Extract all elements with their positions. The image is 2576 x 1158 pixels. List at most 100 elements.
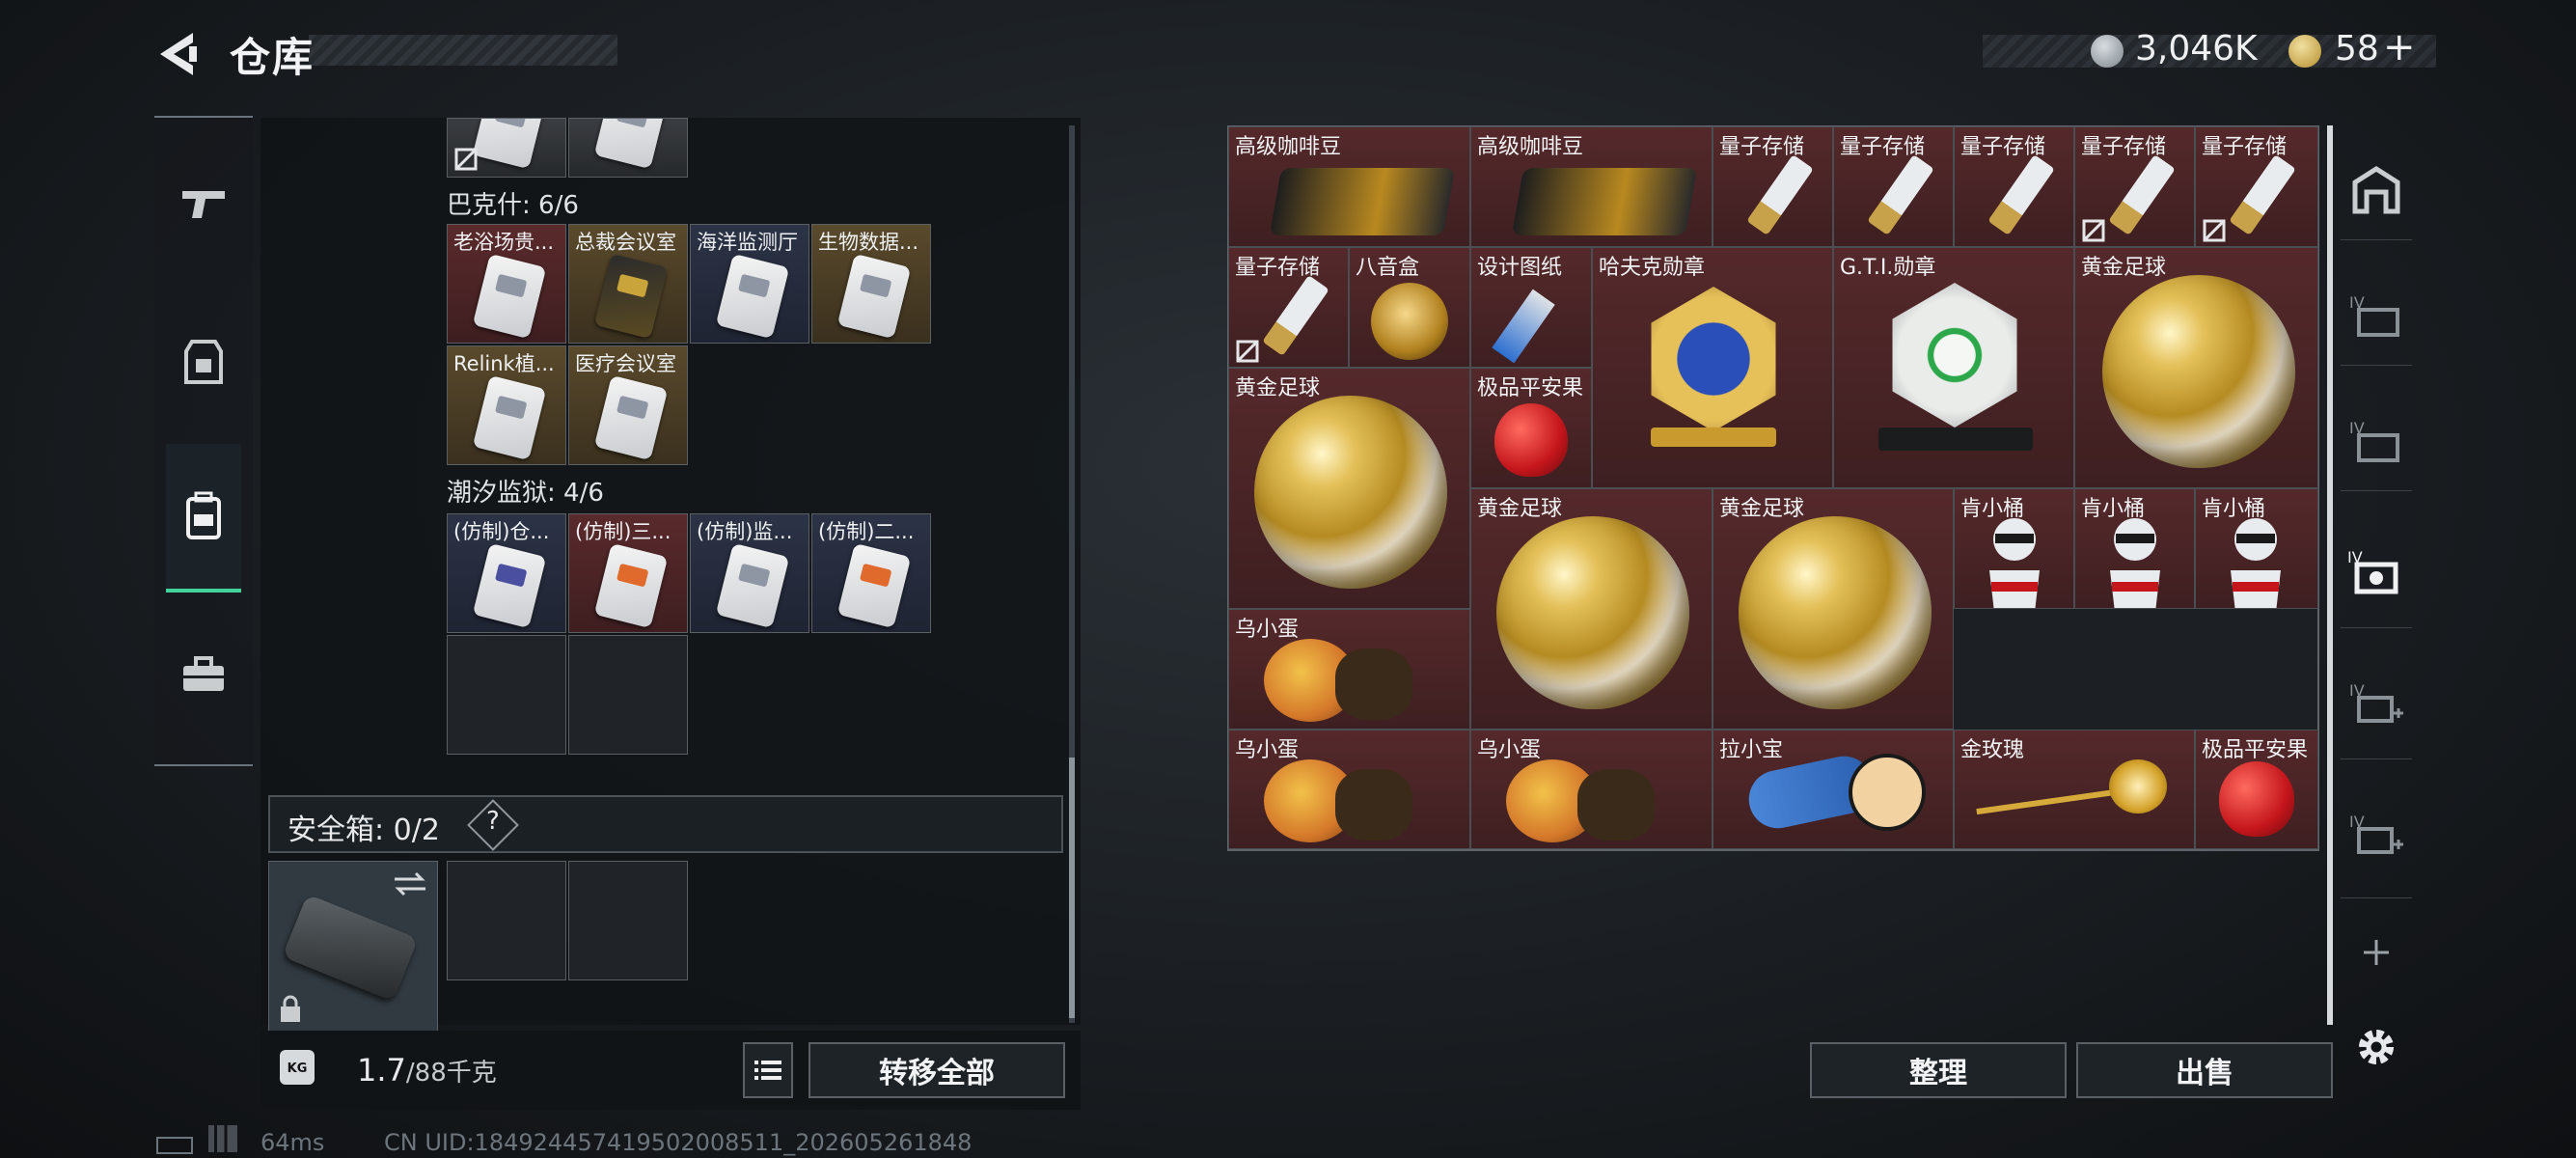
item-premium-apple[interactable]: 极品平安果 — [1470, 368, 1592, 488]
transfer-all-button[interactable]: 转移全部 — [808, 1042, 1065, 1098]
coupon-amount: 58 — [2335, 29, 2379, 69]
coupon-icon — [2288, 35, 2321, 68]
item-music-box[interactable]: 八音盒 — [1349, 247, 1470, 368]
sell-button[interactable]: 出售 — [2076, 1042, 2333, 1098]
item-quantum-storage[interactable]: 量子存储 — [2195, 126, 2318, 247]
storage-icon: IV — [2349, 293, 2399, 337]
gear-icon — [2359, 1030, 2394, 1064]
item-quantum-storage[interactable]: 量子存储 — [1954, 126, 2074, 247]
item-egg-figure[interactable]: 乌小蛋 — [1228, 609, 1470, 730]
item-quantum-storage[interactable]: 量子存储 — [2074, 126, 2195, 247]
item-golden-rose[interactable]: 金玫瑰 — [1954, 730, 2195, 849]
warehouse-tab-1[interactable]: IV — [2333, 272, 2420, 359]
add-warehouse-button[interactable] — [2333, 919, 2420, 986]
warehouse-main-tab[interactable] — [2333, 147, 2420, 234]
item-quantum-storage[interactable]: 量子存储 — [1228, 247, 1349, 368]
safe-case-slot[interactable] — [268, 861, 438, 1033]
plush-head — [1849, 754, 1926, 831]
nav-collectibles[interactable] — [166, 444, 241, 593]
item-kfc-bucket[interactable]: 肯小桶 — [1954, 488, 2074, 609]
medal-stand — [1878, 427, 2033, 451]
nav-weapons[interactable] — [166, 154, 241, 251]
safe-case-image — [282, 894, 419, 1002]
item-quantum-storage[interactable]: 量子存储 — [1713, 126, 1833, 247]
warehouse-tab-4[interactable]: IV — [2333, 660, 2420, 747]
coin-icon — [2091, 35, 2124, 68]
keycard-slot[interactable]: (仿制)二... — [811, 513, 931, 633]
nav-equipment[interactable] — [166, 314, 241, 410]
item-blueprint[interactable]: 设计图纸 — [1470, 247, 1592, 368]
item-coffee-beans[interactable]: 高级咖啡豆 — [1470, 126, 1713, 247]
backpack-footer: KG 1.7/88千克 转移全部 — [260, 1031, 1081, 1110]
toolbox-icon — [183, 656, 224, 691]
safe-box-label: 安全箱: 0/2 — [288, 813, 440, 847]
settings-button[interactable] — [2333, 1004, 2420, 1090]
item-quantum-storage[interactable]: 量子存储 — [1833, 126, 1954, 247]
no-take-icon — [1236, 340, 1259, 363]
keycard-slot[interactable]: 医疗会议室 — [568, 345, 688, 465]
warehouse-tab-5[interactable]: IV — [2333, 791, 2420, 878]
sort-button[interactable]: 整理 — [1810, 1042, 2067, 1098]
rose-stem — [1976, 786, 2130, 815]
warehouse-tab-3-active[interactable]: IV — [2333, 529, 2420, 616]
keycard-slot[interactable]: (仿制)仓... — [447, 513, 566, 633]
uid-text: CN UID:184924457419502008511_20260526184… — [384, 1129, 973, 1156]
music-box-image — [1371, 283, 1448, 360]
keycard-slot[interactable]: 海洋监测厅 — [690, 224, 809, 344]
item-golden-football[interactable]: 黄金足球 — [1713, 488, 1954, 730]
item-coffee-beans[interactable]: 高级咖啡豆 — [1228, 126, 1470, 247]
item-haavk-medal[interactable]: 哈夫克勋章 — [1592, 247, 1833, 488]
storage-icon: IV — [2347, 548, 2398, 594]
item-golden-football[interactable]: 黄金足球 — [2074, 247, 2318, 488]
item-premium-apple[interactable]: 极品平安果 — [2195, 730, 2318, 849]
weight-value: 1.7/88千克 — [357, 1052, 497, 1089]
item-golden-football[interactable]: 黄金足球 — [1228, 368, 1470, 609]
pistol-icon — [182, 191, 225, 218]
no-take-icon — [2082, 219, 2105, 242]
safe-empty-slot[interactable] — [447, 861, 566, 980]
plus-icon — [2364, 940, 2389, 965]
empty-slot[interactable] — [568, 635, 688, 755]
medal-stand — [1651, 427, 1776, 447]
warehouse-tab-2[interactable]: IV — [2333, 398, 2420, 484]
ping-text: 64ms — [260, 1129, 325, 1156]
keycard-slot[interactable]: (仿制)三... — [568, 513, 688, 633]
add-storage-icon: IV — [2349, 681, 2403, 723]
add-storage-icon: IV — [2349, 813, 2403, 854]
backpack-scroll-thumb[interactable] — [1069, 758, 1075, 1018]
back-arrow-icon[interactable] — [154, 29, 199, 79]
item-gti-medal[interactable]: G.T.I.勋章 — [1833, 247, 2074, 488]
swap-icon[interactable] — [393, 869, 427, 898]
help-text: ? — [486, 807, 500, 836]
list-view-button[interactable] — [743, 1042, 793, 1098]
keycard-slot[interactable]: 老浴场贵... — [447, 224, 566, 344]
signal-icon — [208, 1125, 237, 1152]
currency-amount: 3,046K — [2135, 29, 2258, 69]
egg-figure-body — [1335, 648, 1412, 720]
gti-medal-image — [1892, 283, 2017, 427]
item-kfc-bucket[interactable]: 肯小桶 — [2195, 488, 2318, 609]
inventory-slot[interactable] — [568, 118, 688, 178]
vest-icon — [184, 340, 223, 384]
list-icon — [754, 1061, 781, 1080]
battery-icon — [156, 1137, 193, 1154]
haavk-medal-image — [1651, 287, 1776, 431]
add-currency-button[interactable]: + — [2383, 25, 2416, 69]
no-take-icon — [454, 148, 478, 171]
empty-slot[interactable] — [447, 635, 566, 755]
keycard-slot[interactable]: 总裁会议室 — [568, 224, 688, 344]
safe-empty-slot[interactable] — [568, 861, 688, 980]
group-title-tidal-prison: 潮汐监狱: 4/6 — [447, 479, 604, 508]
keycard-slot[interactable]: Relink植... — [447, 345, 566, 465]
item-egg-figure[interactable]: 乌小蛋 — [1470, 730, 1713, 849]
no-take-icon — [2203, 219, 2226, 242]
item-kfc-bucket[interactable]: 肯小桶 — [2074, 488, 2195, 609]
item-golden-football[interactable]: 黄金足球 — [1470, 488, 1713, 730]
egg-figure-body — [1335, 769, 1412, 841]
keycard-slot[interactable]: 生物数据... — [811, 224, 931, 344]
keycard-slot[interactable]: (仿制)监... — [690, 513, 809, 633]
nav-toolbox[interactable] — [166, 627, 241, 724]
item-egg-figure[interactable]: 乌小蛋 — [1228, 730, 1470, 849]
blueprint-image — [1492, 289, 1555, 364]
item-la-xiaobao[interactable]: 拉小宝 — [1713, 730, 1954, 849]
